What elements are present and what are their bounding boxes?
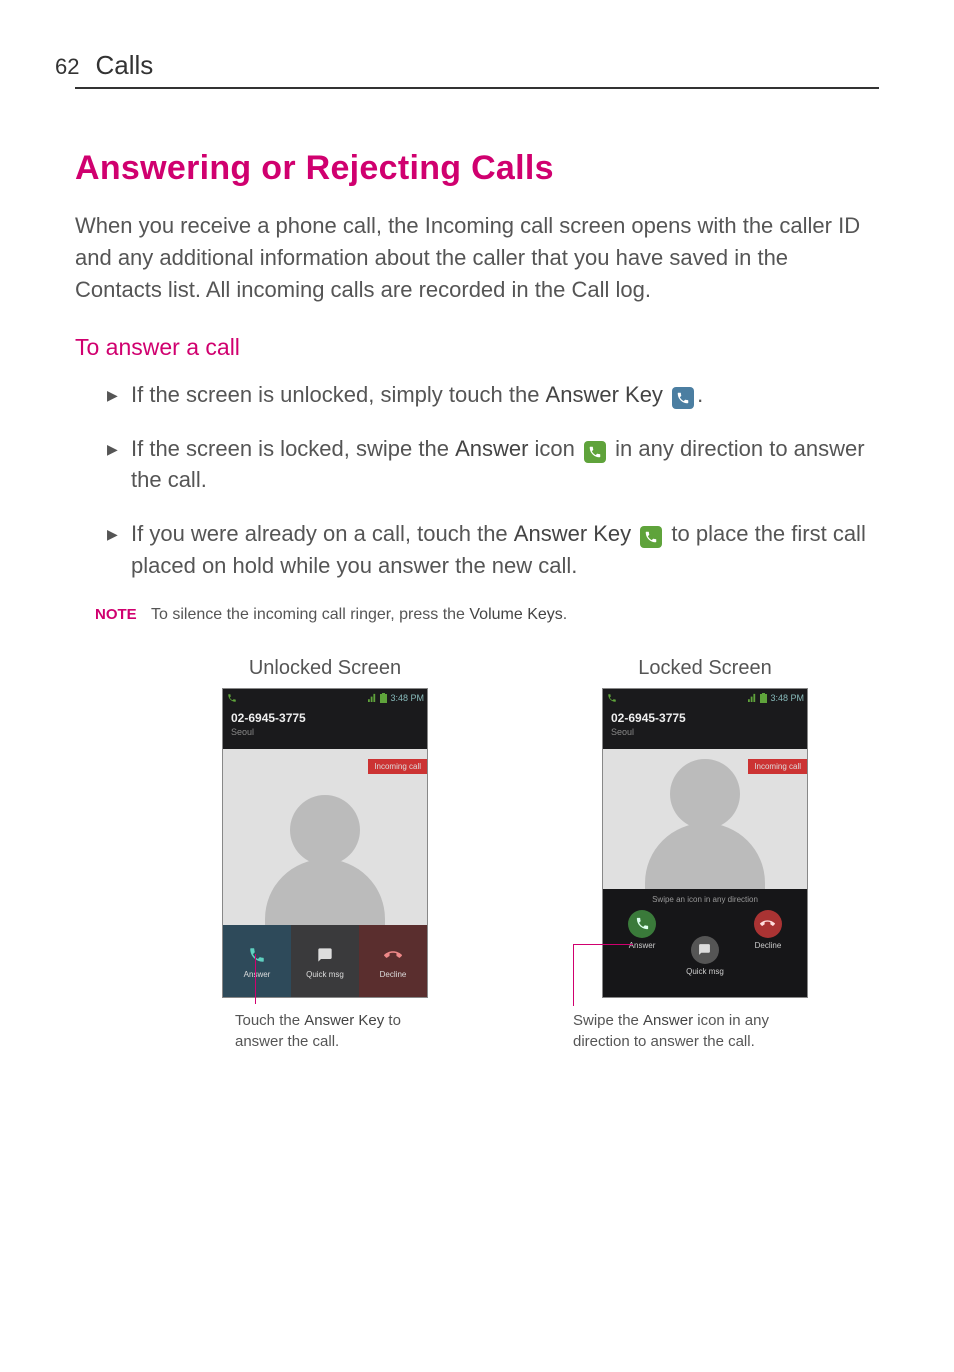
decline-swipe-icon[interactable]: Decline [754, 910, 782, 950]
bullet-text: If you were already on a call, touch the… [131, 518, 879, 582]
answer-button[interactable]: Answer [223, 925, 291, 998]
caller-location: Seoul [231, 727, 419, 737]
bullet-arrow-icon: ▶ [107, 385, 125, 411]
message-icon [314, 944, 336, 966]
subheading: To answer a call [75, 334, 879, 361]
phone-answer-swipe-icon [584, 441, 606, 463]
decline-button[interactable]: Decline [359, 925, 427, 998]
quick-msg-swipe-icon[interactable]: Quick msg [686, 936, 724, 976]
phone-answer-icon [640, 526, 662, 548]
note-row: NOTE To silence the incoming call ringer… [95, 604, 879, 626]
phone-status-icon [606, 692, 618, 704]
screenshots-row: Unlocked Screen 3:48 PM 02-6945-3775 Seo… [195, 657, 879, 1052]
call-button-row: Answer Quick msg Decline [223, 925, 427, 998]
bullet-item: ▶ If the screen is unlocked, simply touc… [107, 379, 879, 411]
bullet-arrow-icon: ▶ [107, 524, 125, 582]
status-bar: 3:48 PM [603, 689, 807, 707]
note-label: NOTE [95, 604, 151, 626]
battery-icon [760, 693, 767, 703]
battery-icon [380, 693, 387, 703]
status-time: 3:48 PM [390, 693, 424, 703]
caller-avatar [223, 749, 427, 925]
phone-answer-icon [246, 944, 268, 966]
incoming-call-badge: Incoming call [368, 759, 427, 774]
caller-info-bar: 02-6945-3775 Seoul [223, 707, 427, 749]
bullet-text: If the screen is unlocked, simply touch … [131, 379, 879, 411]
locked-callout: Swipe the Answer icon in any direction t… [575, 1010, 835, 1052]
phone-status-icon [226, 692, 238, 704]
status-time: 3:48 PM [770, 693, 804, 703]
bullet-item: ▶ If you were already on a call, touch t… [107, 518, 879, 582]
phone-answer-icon [672, 387, 694, 409]
intro-paragraph: When you receive a phone call, the Incom… [75, 210, 879, 306]
bullet-text: If the screen is locked, swipe the Answe… [131, 433, 879, 497]
signal-icon [368, 693, 377, 702]
page-root: 62 Calls Answering or Rejecting Calls Wh… [0, 0, 954, 1052]
phone-decline-icon [754, 910, 782, 938]
locked-swipe-area: Swipe an icon in any direction Answer [603, 889, 807, 998]
note-text: To silence the incoming call ringer, pre… [151, 604, 567, 626]
unlocked-screen-title: Unlocked Screen [195, 657, 455, 680]
locked-screen-title: Locked Screen [575, 657, 835, 680]
page-header: 62 Calls [75, 50, 879, 89]
unlocked-screen-column: Unlocked Screen 3:48 PM 02-6945-3775 Seo… [195, 657, 455, 1052]
caller-number: 02-6945-3775 [231, 711, 419, 725]
locked-screen-column: Locked Screen 3:48 PM 02-6945-3775 Seoul [575, 657, 835, 1052]
bullet-arrow-icon: ▶ [107, 439, 125, 497]
quick-msg-button[interactable]: Quick msg [291, 925, 359, 998]
message-icon [691, 936, 719, 964]
page-heading: Answering or Rejecting Calls [75, 149, 879, 188]
bullet-item: ▶ If the screen is locked, swipe the Ans… [107, 433, 879, 497]
caller-location: Seoul [611, 727, 799, 737]
caller-info-bar: 02-6945-3775 Seoul [603, 707, 807, 749]
section-title: Calls [95, 50, 153, 81]
phone-decline-icon [382, 944, 404, 966]
locked-phone-mock: 3:48 PM 02-6945-3775 Seoul Incoming call… [602, 688, 808, 998]
caller-number: 02-6945-3775 [611, 711, 799, 725]
swipe-hint: Swipe an icon in any direction [603, 889, 807, 904]
unlocked-phone-mock: 3:48 PM 02-6945-3775 Seoul Incoming call… [222, 688, 428, 998]
unlocked-callout: Touch the Answer Key to answer the call. [195, 1010, 455, 1052]
status-bar: 3:48 PM [223, 689, 427, 707]
phone-answer-icon [628, 910, 656, 938]
bullet-list: ▶ If the screen is unlocked, simply touc… [75, 379, 879, 582]
page-number: 62 [55, 54, 79, 80]
signal-icon [748, 693, 757, 702]
